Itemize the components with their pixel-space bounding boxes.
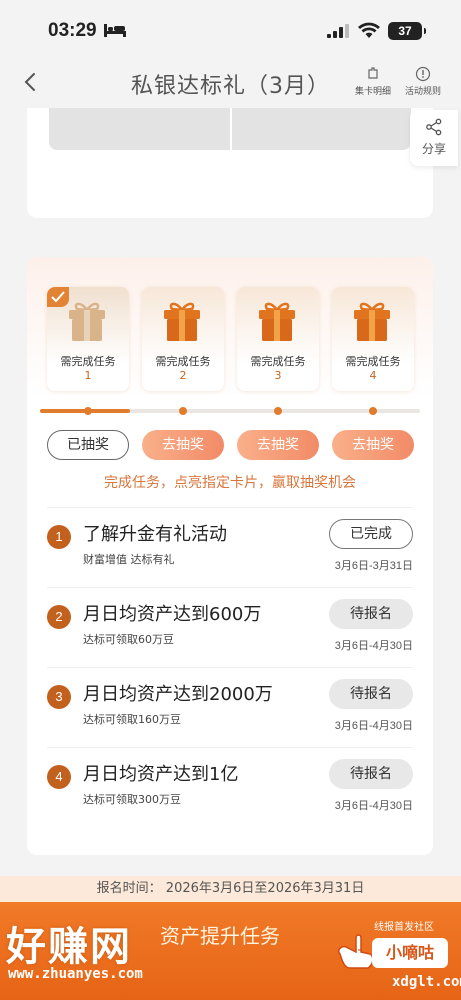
task-number-badge: 3 — [47, 685, 71, 709]
task-register-button[interactable]: 待报名 — [329, 679, 413, 709]
gift-card-number: 2 — [179, 369, 187, 382]
task-register-button[interactable]: 待报名 — [329, 759, 413, 789]
task-hint: 完成任务，点亮指定卡片，赢取抽奖机会 — [104, 475, 356, 491]
task-item: 1 了解升金有礼活动 财富增值 达标有礼 已完成 3月6日-3月31日 — [47, 507, 413, 587]
progress-dot-3 — [274, 407, 282, 415]
drawn-button[interactable]: 已抽奖 — [47, 430, 129, 460]
task-title: 月日均资产达到2000万 — [83, 684, 273, 705]
share-button[interactable]: 分享 — [410, 110, 458, 166]
banner-tag-small: 线报首发社区 — [374, 922, 434, 933]
gift-box-icon — [164, 302, 200, 341]
draw-button-4[interactable]: 去抽奖 — [332, 430, 414, 460]
gift-box-icon — [354, 302, 390, 341]
draw-button-2[interactable]: 去抽奖 — [142, 430, 224, 460]
divider — [47, 747, 413, 748]
pointing-hand-icon — [337, 934, 374, 969]
registration-time: 报名时间： 2026年3月6日至2026年3月31日 — [0, 876, 461, 902]
card-puzzle-icon — [368, 67, 378, 79]
banner-tag-logo: 小嘀咕 — [372, 938, 448, 968]
task-item: 4 月日均资产达到1亿 达标可领取300万豆 待报名 3月6日-4月30日 — [47, 747, 413, 827]
task-title: 了解升金有礼活动 — [83, 524, 227, 545]
progress-dot-4 — [369, 407, 377, 415]
task-number-badge: 2 — [47, 605, 71, 629]
task-completed-button[interactable]: 已完成 — [329, 519, 413, 549]
rules-label: 活动规则 — [404, 87, 441, 97]
sleep-focus-icon — [104, 24, 126, 37]
task-date: 3月6日-4月30日 — [334, 800, 413, 812]
gift-card-label: 需完成任务 — [60, 355, 116, 368]
task-number-badge: 4 — [47, 765, 71, 789]
gift-box-icon — [259, 302, 295, 341]
gift-card-number: 4 — [369, 369, 377, 382]
info-circle-icon — [415, 66, 431, 82]
cellular-signal-icon — [327, 24, 349, 38]
task-subtitle: 财富增值 达标有礼 — [83, 553, 175, 566]
task-item: 2 月日均资产达到600万 达标可领取60万豆 待报名 3月6日-4月30日 — [47, 587, 413, 667]
activity-card: 需完成任务 1 需完成任务 2 需完成任务 3 需完成任务 4 已抽奖 去抽奖 … — [27, 257, 433, 855]
gift-card-4[interactable]: 需完成任务 4 — [332, 287, 414, 391]
wifi-icon — [358, 22, 380, 38]
task-number-badge: 1 — [47, 525, 71, 549]
task-subtitle: 达标可领取160万豆 — [83, 713, 181, 726]
progress-track — [40, 407, 420, 415]
card-detail-label: 集卡明细 — [354, 87, 391, 97]
task-subtitle: 达标可领取60万豆 — [83, 633, 174, 646]
card-detail-button[interactable]: 集卡明细 — [350, 66, 396, 97]
check-icon — [51, 291, 65, 303]
divider — [47, 587, 413, 588]
gift-card-number: 3 — [274, 369, 282, 382]
task-title: 月日均资产达到600万 — [83, 604, 262, 625]
progress-dot-1 — [84, 407, 92, 415]
task-register-button[interactable]: 待报名 — [329, 599, 413, 629]
nav-bar: 私银达标礼（3月） 集卡明细 活动规则 — [0, 58, 461, 108]
status-bar: 03:29 37 — [0, 0, 461, 58]
gift-card-number: 1 — [84, 369, 92, 382]
watermark-right: xdglt.com — [392, 974, 461, 990]
watermark-url: www.zhuanyes.com — [8, 966, 143, 982]
gift-card-1[interactable]: 需完成任务 1 — [47, 287, 129, 391]
gift-card-label: 需完成任务 — [155, 355, 211, 368]
share-icon — [426, 118, 442, 136]
draw-button-3[interactable]: 去抽奖 — [237, 430, 319, 460]
gift-card-2[interactable]: 需完成任务 2 — [142, 287, 224, 391]
image-placeholder — [49, 108, 411, 150]
progress-dot-2 — [179, 407, 187, 415]
divider — [47, 507, 413, 508]
divider — [47, 667, 413, 668]
task-date: 3月6日-3月31日 — [334, 560, 413, 572]
status-time: 03:29 — [48, 20, 97, 41]
task-date: 3月6日-4月30日 — [334, 640, 413, 652]
gift-card-label: 需完成任务 — [250, 355, 306, 368]
gift-card-label: 需完成任务 — [345, 355, 401, 368]
task-item: 3 月日均资产达到2000万 达标可领取160万豆 待报名 3月6日-4月30日 — [47, 667, 413, 747]
rules-button[interactable]: 活动规则 — [400, 66, 446, 97]
top-card — [27, 108, 433, 218]
share-label: 分享 — [421, 142, 446, 156]
task-subtitle: 达标可领取300万豆 — [83, 793, 181, 806]
watermark-brand: 好赚网 — [6, 924, 132, 970]
gift-box-icon — [69, 302, 105, 341]
promo-banner[interactable]: 资产提升任务 线报首发社区 小嘀咕 好赚网 www.zhuanyes.com x… — [0, 902, 461, 1000]
completed-check-badge — [47, 287, 69, 307]
banner-title: 资产提升任务 — [160, 924, 280, 948]
gift-card-3[interactable]: 需完成任务 3 — [237, 287, 319, 391]
task-date: 3月6日-4月30日 — [334, 720, 413, 732]
battery-indicator: 37 — [388, 22, 426, 40]
task-title: 月日均资产达到1亿 — [83, 764, 239, 785]
